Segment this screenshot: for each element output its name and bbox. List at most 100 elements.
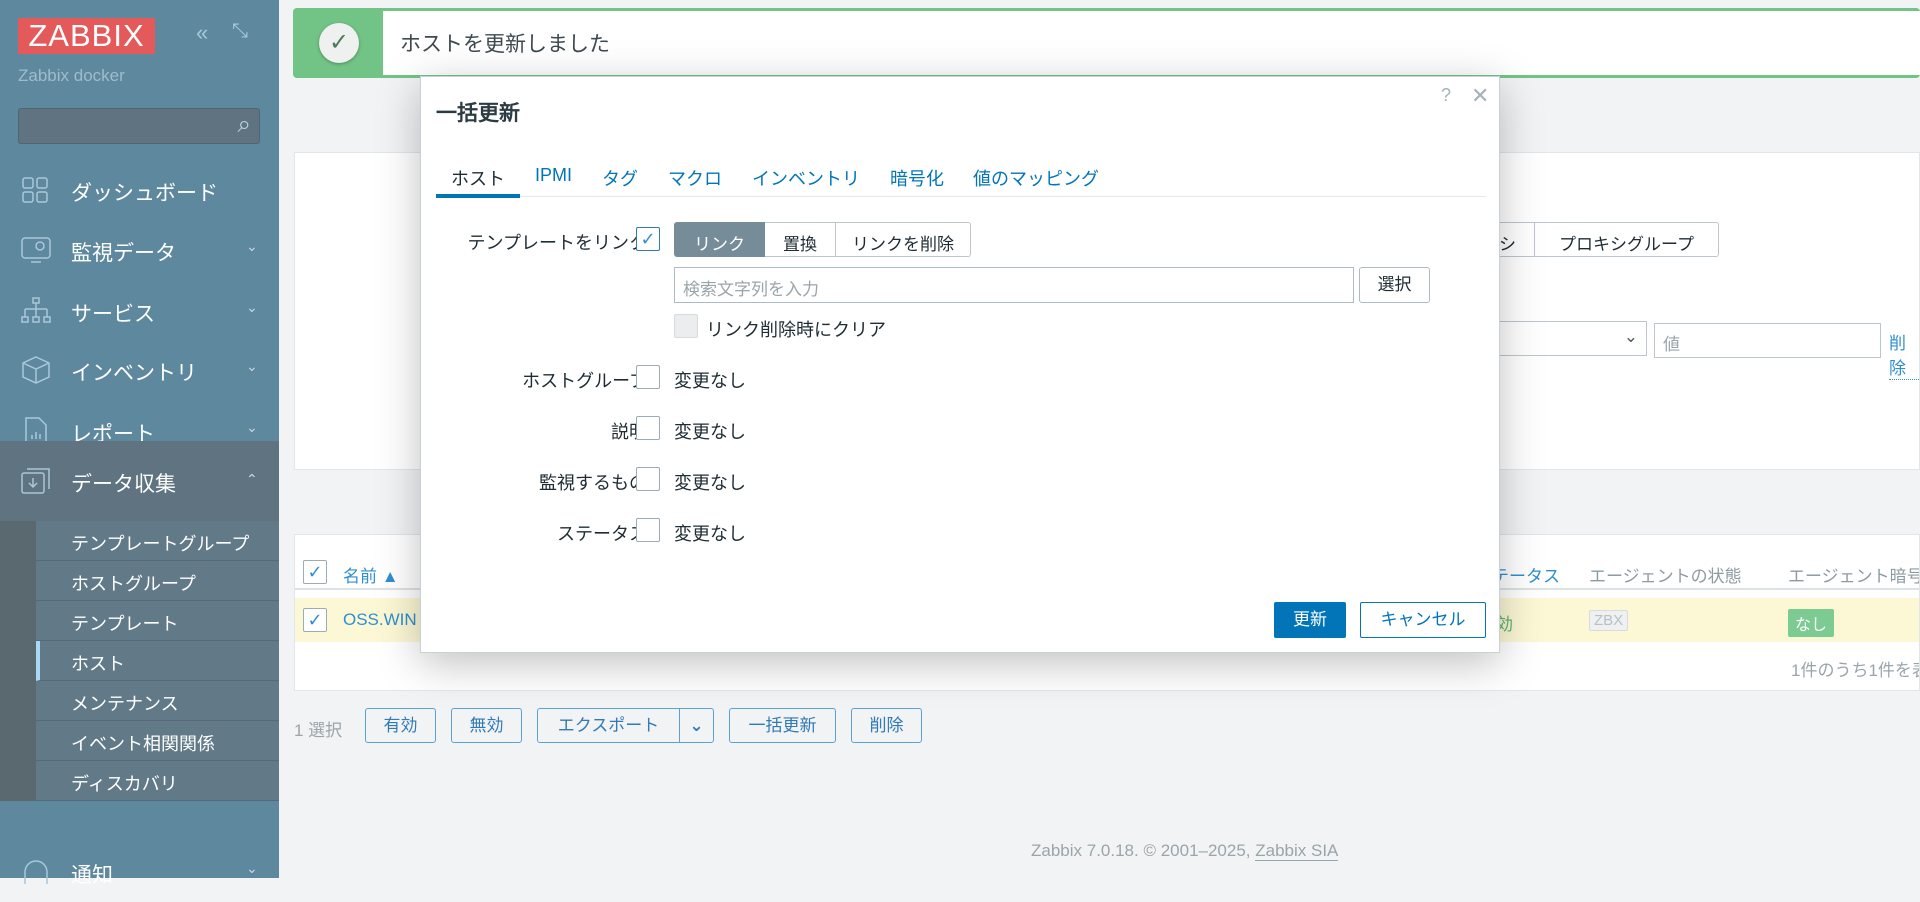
close-icon[interactable]: ✕	[1471, 83, 1489, 109]
submenu-event-correlation[interactable]: イベント相関関係	[36, 721, 279, 761]
cancel-button[interactable]: キャンセル	[1360, 602, 1486, 638]
submenu-strip	[0, 521, 36, 801]
status-checkbox[interactable]	[636, 518, 660, 542]
services-icon	[21, 297, 51, 323]
encryption-badge: なし	[1788, 609, 1835, 637]
chevron-down-icon: ⌄	[246, 238, 258, 254]
menu-data-collection[interactable]: データ収集 ⌃	[0, 441, 279, 521]
monitored-by-checkbox[interactable]	[636, 467, 660, 491]
inventory-icon	[22, 356, 50, 384]
success-message: ✓ ホストを更新しました	[293, 8, 1920, 78]
tab-tags[interactable]: タグ	[602, 165, 638, 191]
collapse-sidebar-icon[interactable]: «	[196, 20, 208, 46]
select-templates-button[interactable]: 選択	[1359, 267, 1430, 303]
column-agent-status: エージェントの状態	[1589, 567, 1742, 586]
export-dropdown-button[interactable]: ⌄	[679, 708, 714, 743]
tab-ipmi[interactable]: IPMI	[535, 165, 572, 186]
menu-label: 通知	[71, 864, 113, 887]
submenu-host-groups[interactable]: ホストグループ	[36, 561, 279, 601]
selected-count: 1 選択	[294, 721, 343, 740]
proxy-group-tab[interactable]: プロキシグループ	[1535, 222, 1719, 257]
menu-label: インベントリ	[71, 362, 197, 385]
menu-label: ダッシュボード	[71, 182, 218, 205]
copyright-text: Zabbix 7.0.18. © 2001–2025,	[1031, 841, 1256, 860]
menu-dashboard[interactable]: ダッシュボード	[0, 160, 279, 220]
server-name: Zabbix docker	[18, 66, 125, 85]
monitored-by-value: 変更なし	[674, 473, 746, 493]
dialog-title: 一括更新	[436, 102, 520, 125]
tab-macros[interactable]: マクロ	[668, 165, 722, 191]
menu-label: 監視データ	[71, 242, 176, 265]
mode-replace[interactable]: 置換	[765, 222, 836, 257]
chevron-down-icon: ⌄	[246, 358, 258, 374]
menu-inventory[interactable]: インベントリ ⌄	[0, 340, 279, 400]
check-circle-icon: ✓	[319, 23, 359, 63]
clear-on-unlink-label: リンク削除時にクリア	[706, 320, 886, 340]
chevron-up-icon: ⌃	[246, 471, 258, 487]
submenu-template-groups[interactable]: テンプレートグループ	[36, 521, 279, 561]
page-footer: Zabbix 7.0.18. © 2001–2025, Zabbix SIA	[1031, 841, 1339, 861]
chevron-down-icon: ⌄	[689, 716, 704, 735]
message-text: ホストを更新しました	[400, 33, 610, 56]
link-mode-toggle: リンク 置換 リンクを削除	[674, 222, 971, 257]
template-search-input[interactable]: 検索文字列を入力	[674, 267, 1354, 303]
chevron-down-icon: ⌄	[246, 299, 258, 315]
paging-info: 1件のうち1件を表示	[1791, 661, 1919, 680]
status-label: ステータス	[557, 524, 647, 544]
active-tab-indicator	[436, 194, 520, 198]
zabbix-logo[interactable]: ZABBIX	[18, 18, 155, 54]
tab-encryption[interactable]: 暗号化	[890, 165, 944, 191]
tab-divider	[436, 196, 1486, 197]
agent-badge: ZBX	[1589, 610, 1629, 631]
column-name[interactable]: 名前 ▲	[343, 562, 399, 587]
submenu-hosts[interactable]: ホスト	[36, 641, 279, 681]
menu-monitoring[interactable]: 監視データ ⌄	[0, 220, 279, 280]
submenu-templates[interactable]: テンプレート	[36, 601, 279, 641]
row-checkbox[interactable]: ✓	[303, 608, 327, 632]
status-value: 変更なし	[674, 524, 746, 544]
host-groups-checkbox[interactable]	[636, 365, 660, 389]
tab-value-mapping[interactable]: 値のマッピング	[973, 165, 1099, 191]
menu-alerts[interactable]: 通知 ⌄	[0, 842, 279, 902]
monitoring-icon	[21, 237, 51, 263]
submenu-maintenance[interactable]: メンテナンス	[36, 681, 279, 721]
chevron-down-icon: ⌄	[246, 419, 258, 435]
tag-value-input[interactable]: 値	[1654, 323, 1881, 358]
host-groups-label: ホストグループ	[522, 371, 647, 391]
export-button[interactable]: エクスポート	[537, 708, 680, 743]
data-collection-icon	[21, 468, 50, 494]
mode-unlink[interactable]: リンクを削除	[836, 222, 971, 257]
menu-label: データ収集	[71, 473, 176, 496]
enable-button[interactable]: 有効	[365, 708, 436, 743]
alerts-icon	[24, 860, 48, 884]
dashboard-icon	[22, 177, 48, 203]
host-name-link[interactable]: OSS.WIN	[343, 610, 417, 630]
submenu-discovery[interactable]: ディスカバリ	[36, 761, 279, 801]
select-all-checkbox[interactable]: ✓	[303, 560, 327, 584]
menu-services[interactable]: サービス ⌄	[0, 281, 279, 341]
tab-inventory[interactable]: インベントリ	[752, 165, 860, 191]
remove-tag-link[interactable]: 削除	[1889, 329, 1919, 380]
search-icon[interactable]: ⌕	[238, 111, 251, 139]
link-templates-checkbox[interactable]: ✓	[636, 227, 660, 251]
help-icon[interactable]: ?	[1441, 85, 1451, 106]
company-link[interactable]: Zabbix SIA	[1255, 841, 1339, 861]
update-button[interactable]: 更新	[1274, 602, 1346, 638]
tab-host[interactable]: ホスト	[451, 165, 505, 191]
kiosk-mode-icon[interactable]: ⤡	[232, 20, 248, 43]
chevron-down-icon: ⌄	[1623, 327, 1638, 346]
description-checkbox[interactable]	[636, 416, 660, 440]
column-agent-encryption: エージェント暗号化	[1788, 567, 1919, 586]
disable-button[interactable]: 無効	[451, 708, 522, 743]
mode-link[interactable]: リンク	[674, 222, 765, 257]
clear-on-unlink-checkbox[interactable]	[674, 314, 698, 338]
mass-update-button[interactable]: 一括更新	[729, 708, 836, 743]
menu-label: サービス	[71, 303, 155, 326]
delete-button[interactable]: 削除	[851, 708, 922, 743]
host-groups-value: 変更なし	[674, 371, 746, 391]
sidebar-search-input[interactable]: ⌕	[18, 108, 260, 144]
sidebar: ZABBIX « ⤡ Zabbix docker ⌕ ダッシュボード 監視データ…	[0, 0, 279, 887]
link-templates-label: テンプレートをリンク	[467, 233, 647, 253]
mass-update-dialog: 一括更新 ? ✕ ホスト IPMI タグ マクロ インベントリ 暗号化 値のマッ…	[420, 76, 1500, 653]
description-value: 変更なし	[674, 422, 746, 442]
